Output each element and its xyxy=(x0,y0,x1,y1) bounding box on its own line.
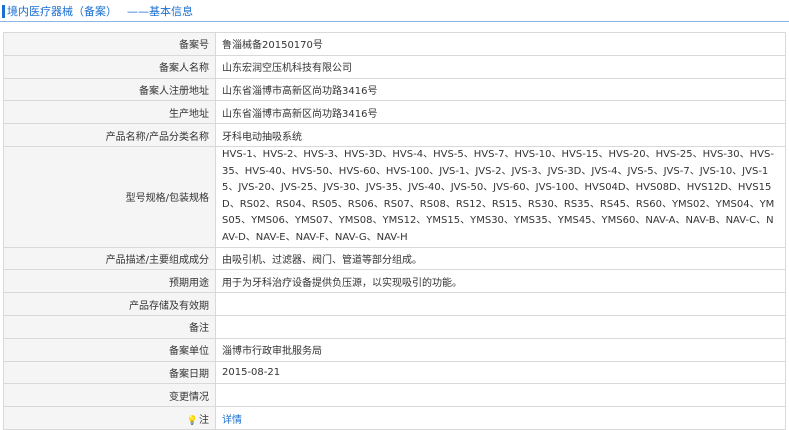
table-row: 产品存储及有效期 xyxy=(3,292,786,316)
page-header: 境内医疗器械（备案） —— 基本信息 xyxy=(0,0,789,22)
row-value: 山东省淄博市高新区尚功路3416号 xyxy=(215,100,786,125)
row-label: 生产地址 xyxy=(3,100,216,125)
table-row: 预期用途 用于为牙科治疗设备提供负压源，以实现吸引的功能。 xyxy=(3,269,786,294)
page-title: 境内医疗器械（备案） xyxy=(7,5,117,18)
row-label: 变更情况 xyxy=(3,383,216,408)
row-value: 山东宏润空压机科技有限公司 xyxy=(215,54,786,79)
row-value: 2015-08-21 xyxy=(215,360,786,385)
table-row: 备案人注册地址 山东省淄博市高新区尚功路3416号 xyxy=(3,77,786,102)
model-spec-value: HVS-1、HVS-2、HVS-3、HVS-3D、HVS-4、HVS-5、HVS… xyxy=(215,145,786,248)
row-label: 产品描述/主要组成成分 xyxy=(3,246,216,271)
row-label: 备案号 xyxy=(3,32,216,56)
table-row: 产品名称/产品分类名称 牙科电动抽吸系统 xyxy=(3,123,786,147)
table-row: 生产地址 山东省淄博市高新区尚功路3416号 xyxy=(3,100,786,125)
table-row: 备案单位 淄博市行政审批服务局 xyxy=(3,337,786,362)
row-value: 山东省淄博市高新区尚功路3416号 xyxy=(215,77,786,102)
row-label: 备案日期 xyxy=(3,360,216,385)
page-subtitle: 基本信息 xyxy=(149,5,193,18)
row-value: 淄博市行政审批服务局 xyxy=(215,337,786,362)
row-label: 型号规格/包装规格 xyxy=(3,145,216,248)
header-divider xyxy=(0,21,789,22)
row-value xyxy=(215,314,786,339)
row-value: 牙科电动抽吸系统 xyxy=(215,123,786,147)
table-row: 备案号 鲁淄械备20150170号 xyxy=(3,32,786,56)
row-label: 备案人名称 xyxy=(3,54,216,79)
row-label: 产品存储及有效期 xyxy=(3,292,216,316)
header-separator: —— xyxy=(127,4,149,18)
record-table: 备案号 鲁淄械备20150170号 备案人名称 山东宏润空压机科技有限公司 备案… xyxy=(3,32,786,430)
row-label: 备案单位 xyxy=(3,337,216,362)
table-row: 备案日期 2015-08-21 xyxy=(3,360,786,385)
table-row: 型号规格/包装规格 HVS-1、HVS-2、HVS-3、HVS-3D、HVS-4… xyxy=(3,145,786,248)
row-label: 注 xyxy=(199,414,209,426)
row-value xyxy=(215,292,786,316)
table-row: 备案人名称 山东宏润空压机科技有限公司 xyxy=(3,54,786,79)
row-label: 预期用途 xyxy=(3,269,216,294)
table-row: 产品描述/主要组成成分 由吸引机、过滤器、阀门、管道等部分组成。 xyxy=(3,246,786,271)
header-accent-bar xyxy=(2,4,5,18)
row-value xyxy=(215,383,786,408)
row-value: 详情 xyxy=(215,406,786,430)
row-value: 用于为牙科治疗设备提供负压源，以实现吸引的功能。 xyxy=(215,269,786,294)
lightbulb-icon: 💡 xyxy=(186,415,198,426)
table-row: 💡注 详情 xyxy=(3,406,786,430)
note-label: 💡注 xyxy=(3,406,216,430)
table-row: 备注 xyxy=(3,314,786,339)
row-label: 备案人注册地址 xyxy=(3,77,216,102)
row-value: 由吸引机、过滤器、阀门、管道等部分组成。 xyxy=(215,246,786,271)
row-value: 鲁淄械备20150170号 xyxy=(215,32,786,56)
table-row: 变更情况 xyxy=(3,383,786,408)
row-label: 备注 xyxy=(3,314,216,339)
details-link[interactable]: 详情 xyxy=(222,415,242,426)
row-label: 产品名称/产品分类名称 xyxy=(3,123,216,147)
